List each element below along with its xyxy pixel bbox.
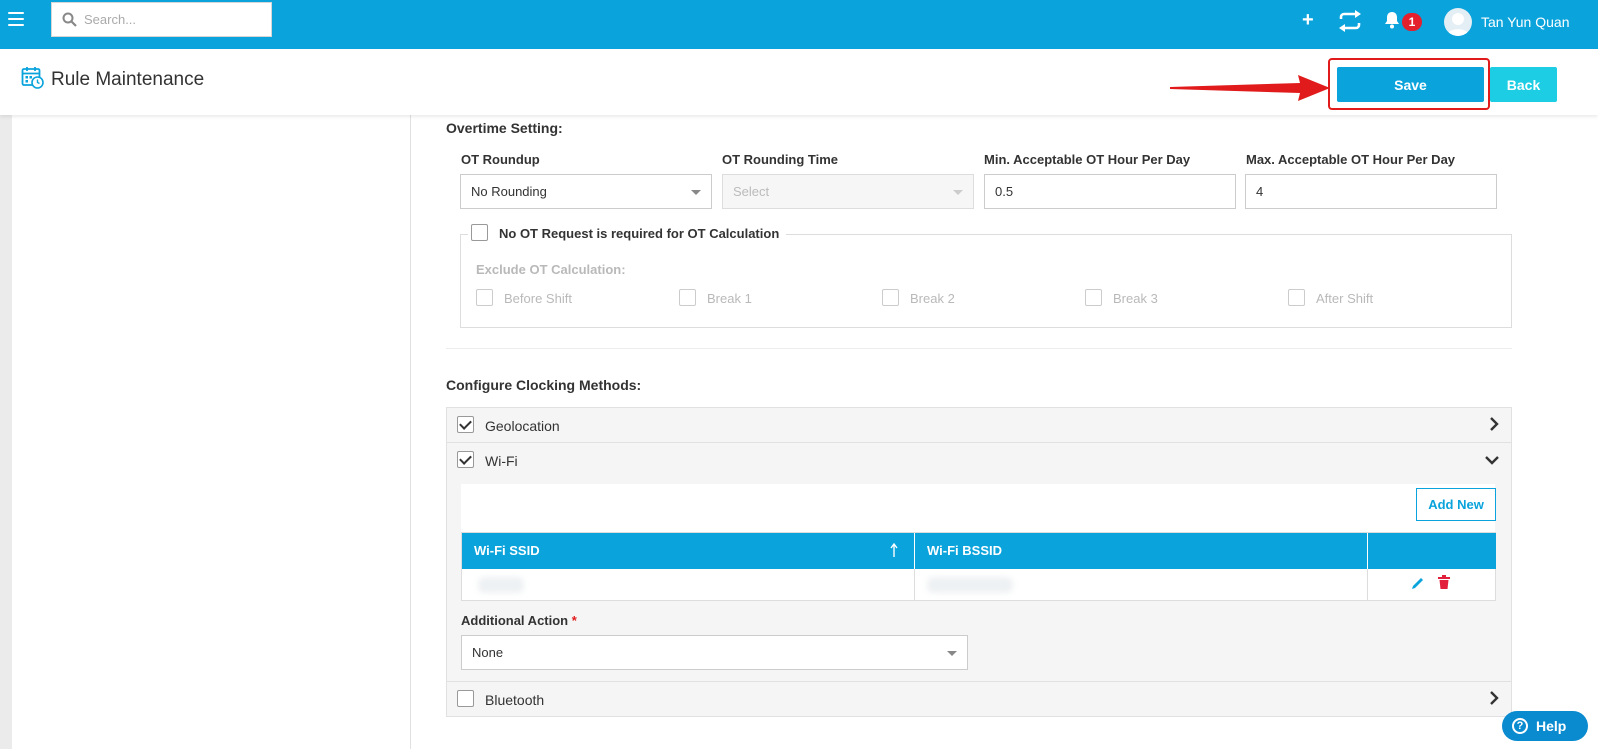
table-cell-bssid: [915, 569, 1368, 601]
clocking-section-title: Configure Clocking Methods:: [446, 377, 642, 393]
geolocation-label: Geolocation: [485, 418, 560, 434]
bluetooth-row[interactable]: Bluetooth: [446, 681, 1512, 717]
max-ot-input[interactable]: [1245, 174, 1497, 209]
dropdown-caret-icon: [691, 190, 701, 195]
ot-roundup-select[interactable]: No Rounding: [460, 174, 712, 209]
column-header-bssid-label: Wi-Fi BSSID: [927, 543, 1002, 558]
top-navbar: + 1 Tan Yun Quan: [0, 0, 1598, 49]
notification-badge[interactable]: 1: [1402, 13, 1422, 31]
calendar-clock-icon: [21, 67, 44, 89]
help-label: Help: [1536, 718, 1567, 734]
save-button[interactable]: Save: [1337, 67, 1484, 102]
annotation-arrow: [1170, 75, 1330, 101]
bluetooth-label: Bluetooth: [485, 692, 545, 708]
additional-action-label-text: Additional Action: [461, 613, 569, 628]
add-new-button[interactable]: Add New: [1416, 488, 1496, 521]
chevron-right-icon[interactable]: [1489, 417, 1499, 431]
max-ot-label: Max. Acceptable OT Hour Per Day: [1246, 152, 1456, 167]
additional-action-label: Additional Action *: [461, 613, 577, 628]
ot-roundup-value: No Rounding: [471, 184, 547, 199]
bell-icon[interactable]: [1384, 11, 1400, 29]
after-shift-label: After Shift: [1316, 291, 1374, 306]
redacted-bssid: [927, 577, 1013, 593]
after-shift-checkbox[interactable]: [1288, 289, 1305, 306]
ot-roundup-label: OT Roundup: [461, 152, 540, 167]
edit-icon[interactable]: [1411, 576, 1425, 590]
trash-icon[interactable]: [1438, 575, 1450, 589]
table-cell-ssid: [462, 569, 915, 601]
page-title: Rule Maintenance: [51, 69, 205, 90]
sort-ascending-icon[interactable]: [890, 543, 898, 557]
wifi-label: Wi-Fi: [485, 453, 518, 469]
help-icon: ?: [1512, 718, 1528, 734]
wifi-table: Wi-Fi SSID Wi-Fi BSSID: [461, 532, 1496, 601]
menu-icon[interactable]: [8, 12, 24, 26]
geolocation-row[interactable]: Geolocation: [446, 407, 1512, 443]
avatar[interactable]: [1444, 8, 1472, 36]
column-header-ssid-label: Wi-Fi SSID: [474, 543, 540, 558]
required-marker: *: [571, 613, 577, 628]
no-ot-request-checkbox[interactable]: [471, 224, 488, 241]
main-content: Overtime Setting: OT Roundup No Rounding…: [411, 115, 1598, 749]
chevron-down-icon[interactable]: [1485, 455, 1499, 465]
section-divider: [446, 348, 1512, 349]
search-input[interactable]: [84, 3, 264, 36]
break-1-checkbox[interactable]: [679, 289, 696, 306]
user-name[interactable]: Tan Yun Quan: [1481, 14, 1569, 30]
column-header-actions: [1368, 533, 1496, 569]
add-icon[interactable]: +: [1302, 8, 1314, 32]
dropdown-caret-icon: [947, 651, 957, 656]
overtime-section-title: Overtime Setting:: [446, 120, 563, 136]
sync-icon[interactable]: [1338, 10, 1362, 32]
bluetooth-checkbox[interactable]: [457, 690, 474, 707]
user-icon: [1447, 13, 1469, 36]
min-ot-label: Min. Acceptable OT Hour Per Day: [984, 152, 1191, 167]
page-header: Rule Maintenance Save Back: [0, 49, 1598, 115]
left-panel: [12, 115, 411, 749]
column-header-bssid[interactable]: Wi-Fi BSSID: [915, 533, 1368, 569]
search-box: [51, 2, 272, 37]
additional-action-select[interactable]: None: [461, 635, 968, 670]
geolocation-checkbox[interactable]: [457, 416, 474, 433]
ot-rounding-time-select[interactable]: Select: [722, 174, 974, 209]
back-button[interactable]: Back: [1490, 67, 1557, 102]
no-ot-request-label: No OT Request is required for OT Calcula…: [499, 226, 780, 241]
redacted-ssid: [478, 577, 524, 593]
before-shift-label: Before Shift: [504, 291, 572, 306]
ot-rounding-time-placeholder: Select: [733, 184, 770, 199]
break-2-checkbox[interactable]: [882, 289, 899, 306]
chevron-right-icon[interactable]: [1489, 691, 1499, 705]
break-2-label: Break 2: [910, 291, 955, 306]
break-3-checkbox[interactable]: [1085, 289, 1102, 306]
additional-action-value: None: [472, 645, 504, 660]
exclude-ot-fieldset: [460, 234, 1512, 328]
break-3-label: Break 3: [1113, 291, 1158, 306]
dropdown-caret-icon: [953, 190, 963, 195]
min-ot-input[interactable]: [984, 174, 1236, 209]
break-1-label: Break 1: [707, 291, 752, 306]
ot-rounding-time-label: OT Rounding Time: [722, 152, 839, 167]
column-header-ssid[interactable]: Wi-Fi SSID: [462, 533, 915, 569]
search-icon: [62, 12, 77, 27]
exclude-ot-label: Exclude OT Calculation:: [476, 262, 626, 277]
wifi-checkbox[interactable]: [457, 451, 474, 468]
help-button[interactable]: ? Help: [1502, 711, 1588, 741]
wifi-row[interactable]: Wi-Fi: [446, 442, 1512, 478]
before-shift-checkbox[interactable]: [476, 289, 493, 306]
